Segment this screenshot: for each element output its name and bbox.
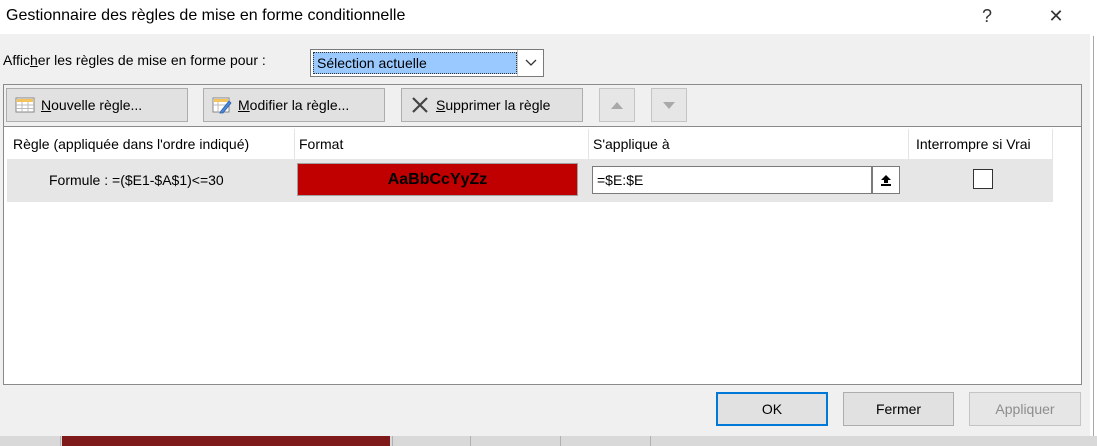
delete-rule-button[interactable]: Supprimer la règle (401, 88, 583, 122)
arrow-down-icon (663, 101, 675, 109)
edit-rule-button[interactable]: Modifier la règle... (203, 88, 385, 122)
dialog-title: Gestionnaire des règles de mise en forme… (6, 7, 406, 24)
format-preview: AaBbCcYyZz (297, 163, 578, 196)
column-header-format: Format (295, 129, 589, 159)
column-header-stop-if-true: Interrompre si Vrai (909, 129, 1053, 159)
help-button[interactable]: ? (970, 4, 1004, 28)
arrow-up-icon (611, 101, 623, 109)
chevron-down-icon[interactable] (517, 50, 543, 76)
edit-rule-icon (212, 96, 232, 114)
spreadsheet-behind (0, 436, 1097, 446)
scope-selected-value: Sélection actuelle (313, 52, 517, 74)
rule-toolbar: Nouvelle règle... Modifier la règle... S… (3, 84, 1082, 126)
scope-dropdown[interactable]: Sélection actuelle (310, 49, 544, 77)
move-up-button[interactable] (599, 88, 635, 122)
scope-label: Afficher les règles de mise en forme pou… (3, 52, 266, 68)
applies-to-input[interactable]: =$E:$E (592, 166, 872, 194)
window-edge-line (1093, 36, 1094, 446)
apply-button[interactable]: Appliquer (969, 392, 1081, 426)
rules-list: Règle (appliquée dans l'ordre indiqué) F… (3, 126, 1082, 385)
conditional-formatting-dialog: Gestionnaire des règles de mise en forme… (0, 0, 1090, 436)
arrow-up-bar-icon (881, 175, 891, 186)
delete-x-icon (410, 96, 430, 114)
rule-row[interactable]: Formule : =($E1-$A$1)<=30 AaBbCcYyZz =$E… (7, 159, 1053, 202)
behind-dark-cell (62, 436, 390, 446)
ok-button[interactable]: OK (716, 392, 828, 426)
close-button[interactable]: ✕ (1039, 4, 1073, 28)
collapse-range-button[interactable] (872, 166, 900, 194)
column-header-applies-to: S'applique à (589, 129, 909, 159)
column-header-rule: Règle (appliquée dans l'ordre indiqué) (7, 129, 295, 159)
title-bar: Gestionnaire des règles de mise en forme… (0, 0, 1090, 34)
close-dialog-button[interactable]: Fermer (843, 392, 954, 426)
new-rule-icon (15, 96, 35, 114)
rule-formula: Formule : =($E1-$A$1)<=30 (49, 172, 224, 188)
move-down-button[interactable] (651, 88, 687, 122)
stop-if-true-checkbox[interactable] (973, 169, 993, 189)
new-rule-button[interactable]: Nouvelle règle... (6, 88, 188, 122)
